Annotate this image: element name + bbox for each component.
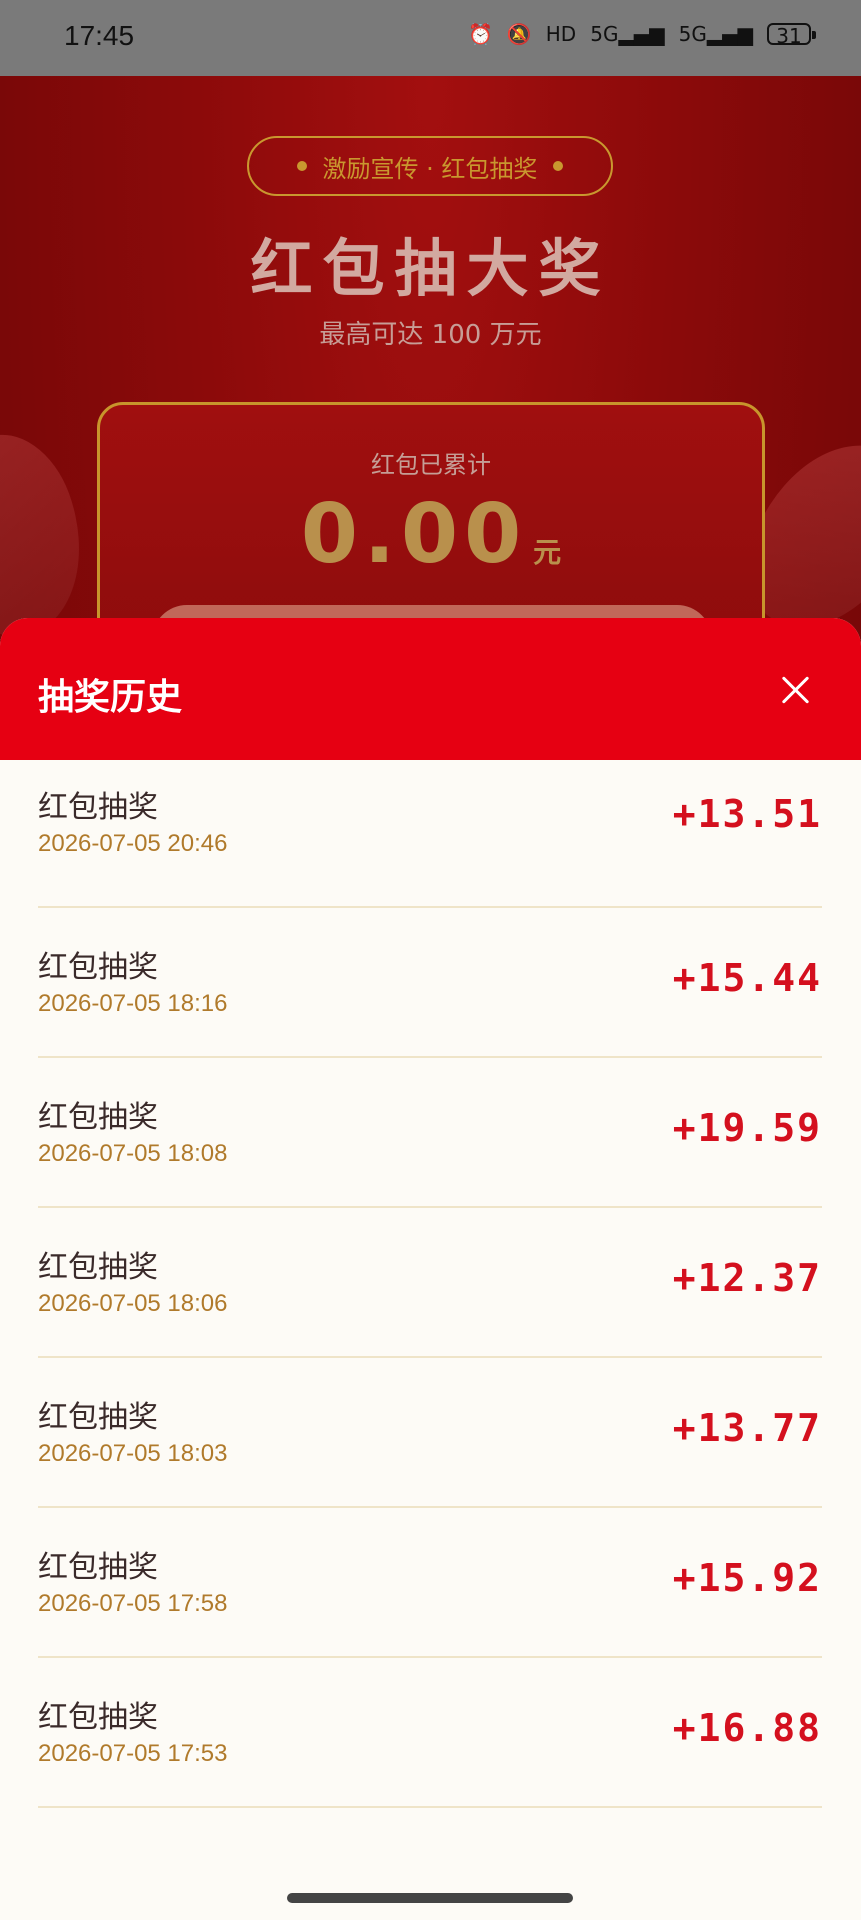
page-title: 红包抽大奖 <box>250 232 611 305</box>
item-title: 红包抽奖 <box>38 1250 158 1285</box>
item-amount: +15.92 <box>672 1556 822 1600</box>
list-item: 红包抽奖 2026-07-05 18:03 +13.77 <box>38 1358 822 1508</box>
item-title: 红包抽奖 <box>38 1100 158 1135</box>
hd-icon: HD <box>545 22 577 46</box>
dot-icon <box>296 161 307 171</box>
item-title: 红包抽奖 <box>38 950 158 985</box>
dot-icon <box>553 161 564 171</box>
accumulated-unit: 元 <box>533 536 562 569</box>
sheet-title: 抽奖历史 <box>38 677 183 718</box>
list-item: 红包抽奖 2026-07-05 18:06 +12.37 <box>38 1208 822 1358</box>
list-item: 红包抽奖 2026-07-05 18:08 +19.59 <box>38 1058 822 1208</box>
item-amount: +15.44 <box>672 956 822 1000</box>
mute-icon: 🔕 <box>506 22 532 46</box>
battery-icon: 31 <box>767 23 816 47</box>
item-amount: +19.59 <box>672 1106 822 1150</box>
status-time: 17:45 <box>64 20 135 51</box>
item-amount: +16.88 <box>672 1706 822 1750</box>
item-title: 红包抽奖 <box>38 790 158 825</box>
alarm-icon: ⏰ <box>467 22 493 46</box>
history-sheet: 抽奖历史 红包抽奖 2026-07-05 20:46 +13.51 红包抽奖 2… <box>0 618 861 1920</box>
status-icons: ⏰ 🔕 HD 5G▂▄▆ 5G▂▄▆ 31 <box>467 22 816 47</box>
promo-tag-label: 激励宣传 · 红包抽奖 <box>322 154 538 183</box>
item-amount: +12.37 <box>672 1256 822 1300</box>
sheet-header: 抽奖历史 <box>0 618 861 760</box>
item-amount: +13.77 <box>672 1406 822 1450</box>
item-time: 2026-07-05 18:03 <box>38 1440 228 1467</box>
accumulated-label: 红包已累计 <box>371 451 491 479</box>
list-item: 红包抽奖 2026-07-05 18:16 +15.44 <box>38 908 822 1058</box>
list-item: 红包抽奖 2026-07-05 17:53 +16.88 <box>38 1658 822 1808</box>
close-icon[interactable] <box>775 670 815 710</box>
accumulated-amount: 0.00 元 <box>100 487 762 582</box>
list-item: 红包抽奖 2026-07-05 20:46 +13.51 <box>38 760 822 908</box>
status-bar: 17:45 ⏰ 🔕 HD 5G▂▄▆ 5G▂▄▆ 31 <box>0 0 861 76</box>
item-time: 2026-07-05 17:53 <box>38 1740 228 1767</box>
list-item: 红包抽奖 2026-07-05 17:58 +15.92 <box>38 1508 822 1658</box>
item-title: 红包抽奖 <box>38 1700 158 1735</box>
history-list: 红包抽奖 2026-07-05 20:46 +13.51 红包抽奖 2026-0… <box>38 760 822 1808</box>
page-subtitle: 最高可达 100 万元 <box>319 320 542 350</box>
item-time: 2026-07-05 17:58 <box>38 1590 228 1617</box>
item-title: 红包抽奖 <box>38 1550 158 1585</box>
signal-5g-icon: 5G▂▄▆ <box>590 22 665 46</box>
signal-5g-icon: 5G▂▄▆ <box>678 22 753 46</box>
item-time: 2026-07-05 20:46 <box>38 830 228 857</box>
item-time: 2026-07-05 18:08 <box>38 1140 228 1167</box>
item-time: 2026-07-05 18:16 <box>38 990 228 1017</box>
home-indicator[interactable] <box>287 1893 573 1903</box>
accumulated-value: 0.00 <box>300 487 528 582</box>
item-amount: +13.51 <box>672 792 822 836</box>
promo-tag: 激励宣传 · 红包抽奖 <box>247 136 613 196</box>
item-title: 红包抽奖 <box>38 1400 158 1435</box>
item-time: 2026-07-05 18:06 <box>38 1290 228 1317</box>
